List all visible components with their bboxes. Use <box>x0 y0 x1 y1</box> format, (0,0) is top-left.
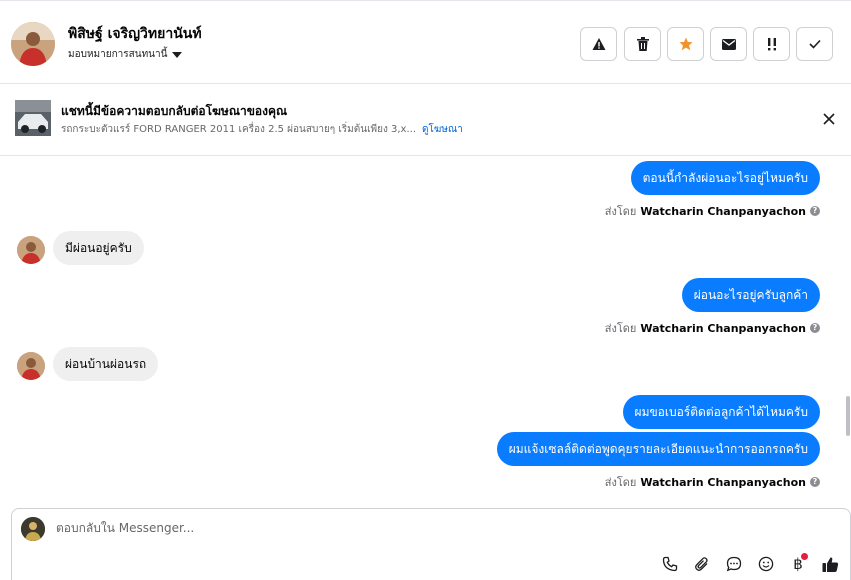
message-bubble-outgoing[interactable]: ตอนนี้กำลังผ่อนอะไรอยู่ไหมครับ <box>630 161 820 195</box>
mark-unread-button[interactable] <box>710 27 747 61</box>
contact-avatar-small <box>17 236 45 264</box>
contact-name: พิสิษฐ์ เจริญวิทยานันท์ <box>68 26 202 42</box>
info-icon[interactable]: ? <box>810 477 820 487</box>
view-ad-link[interactable]: ดูโฆษณา <box>422 124 463 135</box>
ad-title: แชทนี้มีข้อความตอบกลับต่อโฆษณาของคุณ <box>61 104 288 118</box>
contact-avatar[interactable] <box>11 22 55 66</box>
conversation-header: พิสิษฐ์ เจริญวิทยานันท์ มอบหมายการสนทนาน… <box>0 0 851 84</box>
info-icon[interactable]: ? <box>810 323 820 333</box>
assign-label: มอบหมายการสนทนานี้ <box>68 49 168 60</box>
sender-name: Watcharin Chanpanyachon <box>640 321 806 335</box>
message-bubble-incoming[interactable]: ผ่อนบ้านผ่อนรถ <box>53 347 159 381</box>
reply-input[interactable] <box>56 521 556 535</box>
assign-conversation-dropdown[interactable]: มอบหมายการสนทนานี้ <box>68 47 183 62</box>
sent-by-prefix: ส่งโดย <box>604 476 637 489</box>
message-bubble-outgoing[interactable]: ผมแจ้งเซลล์ติดต่อพูดคุยรายละเอียดแนะนำกา… <box>496 432 820 466</box>
report-button[interactable] <box>580 27 617 61</box>
envelope-icon <box>721 38 736 50</box>
ad-description: รถกระบะตัวแรร์ FORD RANGER 2011 เครื่อง … <box>61 124 416 135</box>
smiley-icon <box>758 556 774 572</box>
sent-by-label: ส่งโดย Watcharin Chanpanyachon? <box>605 202 820 220</box>
star-icon <box>678 37 693 51</box>
call-button[interactable] <box>659 553 681 575</box>
ad-subtitle: รถกระบะตัวแรร์ FORD RANGER 2011 เครื่อง … <box>61 122 463 137</box>
sender-name: Watcharin Chanpanyachon <box>640 204 806 218</box>
check-icon <box>808 39 821 49</box>
close-banner-button[interactable] <box>818 108 840 130</box>
sent-by-prefix: ส่งโดย <box>604 322 637 335</box>
exclamation-icon <box>767 38 776 51</box>
message-bubble-outgoing[interactable]: ผมขอเบอร์ติดต่อลูกค้าได้ไหมครับ <box>622 395 820 429</box>
phone-icon <box>662 556 678 572</box>
chevron-down-icon <box>172 51 183 58</box>
emoji-button[interactable] <box>755 553 777 575</box>
like-button[interactable] <box>819 553 841 575</box>
ad-context-banner: แชทนี้มีข้อความตอบกลับต่อโฆษณาของคุณ รถก… <box>0 84 851 156</box>
ad-thumbnail[interactable] <box>15 100 51 136</box>
delete-button[interactable] <box>624 27 661 61</box>
saved-replies-button[interactable] <box>723 553 745 575</box>
message-composer: ฿ <box>11 508 851 580</box>
sent-by-prefix: ส่งโดย <box>604 205 637 218</box>
trash-icon <box>636 37 649 51</box>
scrollbar-thumb[interactable] <box>846 396 850 436</box>
attach-button[interactable] <box>691 553 713 575</box>
thumbs-up-icon <box>822 556 838 572</box>
chat-bubble-icon <box>726 556 742 572</box>
mark-done-button[interactable] <box>796 27 833 61</box>
message-bubble-incoming[interactable]: มีผ่อนอยู่ครับ <box>53 231 144 265</box>
page-avatar <box>21 517 45 541</box>
sent-by-label: ส่งโดย Watcharin Chanpanyachon? <box>605 473 820 491</box>
star-button[interactable] <box>667 27 704 61</box>
follow-up-button[interactable] <box>753 27 790 61</box>
notification-dot <box>801 553 808 560</box>
close-icon <box>823 113 835 125</box>
message-bubble-outgoing[interactable]: ผ่อนอะไรอยู่ครับลูกค้า <box>681 278 820 312</box>
contact-avatar-small <box>17 352 45 380</box>
info-icon[interactable]: ? <box>810 206 820 216</box>
sent-by-label: ส่งโดย Watcharin Chanpanyachon? <box>605 319 820 337</box>
paperclip-icon <box>695 557 708 571</box>
payment-button[interactable]: ฿ <box>787 553 809 575</box>
sender-name: Watcharin Chanpanyachon <box>640 475 806 489</box>
warning-icon <box>592 38 605 50</box>
